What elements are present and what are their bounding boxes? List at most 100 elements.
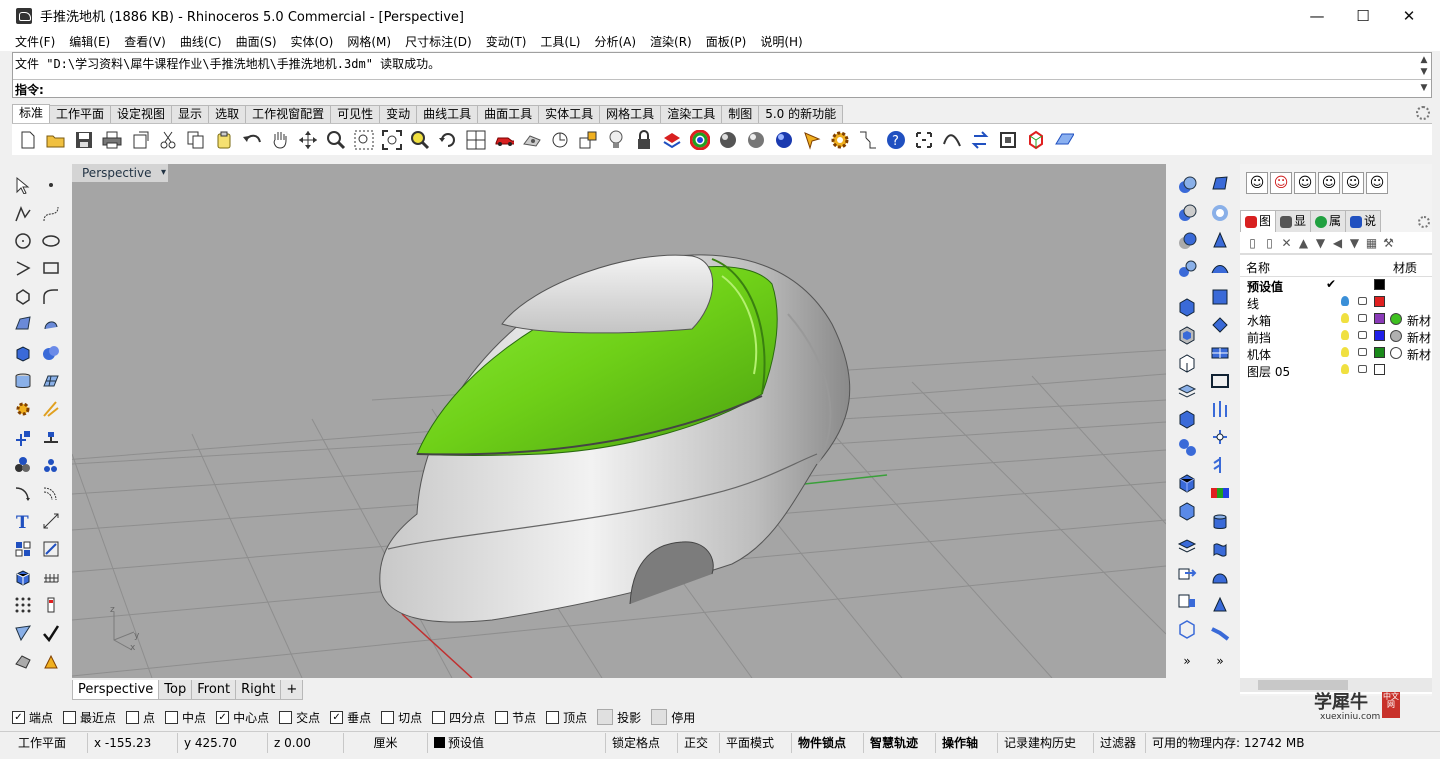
tab-visibility[interactable]: 可见性 xyxy=(330,105,381,123)
status-smarttrack[interactable]: 智慧轨迹 xyxy=(864,733,936,753)
paint-tool-icon[interactable] xyxy=(40,650,62,672)
osnap-item[interactable]: 切点 xyxy=(381,709,422,726)
explode-tool-icon[interactable] xyxy=(12,398,34,420)
block-tool-icon[interactable] xyxy=(12,538,34,560)
panel-surface-icon[interactable] xyxy=(1209,286,1231,308)
light-bulb-icon[interactable] xyxy=(1341,347,1349,357)
face-icon-3[interactable]: ☺ xyxy=(1318,172,1340,194)
unlock-icon[interactable] xyxy=(1358,365,1367,373)
menu-help[interactable]: 说明(H) xyxy=(753,33,809,50)
menu-solid[interactable]: 实体(O) xyxy=(284,33,341,50)
move-layer-parent-icon[interactable]: ◀ xyxy=(1329,236,1346,250)
tab-drafting[interactable]: 制图 xyxy=(721,105,760,123)
new-sublayer-icon[interactable]: ▯ xyxy=(1261,236,1278,250)
layer-color-swatch[interactable] xyxy=(1374,347,1385,358)
filter-layer-icon[interactable]: ▼ xyxy=(1346,236,1363,250)
mesh-plane-icon[interactable] xyxy=(40,370,62,392)
unlock-icon[interactable] xyxy=(1358,297,1367,305)
tube-surface-icon[interactable] xyxy=(1209,538,1231,560)
delete-layer-icon[interactable]: ✕ xyxy=(1278,236,1295,250)
gear-plugin-icon[interactable] xyxy=(830,130,850,150)
new-file-icon[interactable] xyxy=(18,130,38,150)
osnap-item[interactable]: 四分点 xyxy=(432,709,485,726)
face-icon-5[interactable]: ☺ xyxy=(1366,172,1388,194)
sphere-diff-icon[interactable] xyxy=(1176,230,1198,252)
move-face-icon[interactable] xyxy=(1176,562,1198,584)
history-scroll-up-icon[interactable]: ▲ xyxy=(1419,55,1429,65)
osnap-checkbox[interactable] xyxy=(279,710,293,724)
blue-sphere-icon[interactable] xyxy=(774,130,794,150)
status-grid-snap[interactable]: 锁定格点 xyxy=(606,733,678,753)
viewport-title-menu[interactable]: Perspective xyxy=(72,164,168,182)
curve-cv-tool-icon[interactable] xyxy=(40,203,62,225)
osnap-item[interactable]: ✓ 垂点 xyxy=(330,709,371,726)
analysis-tool-icon[interactable] xyxy=(40,594,62,616)
osnap-checkbox[interactable] xyxy=(597,709,614,725)
align-tool-icon[interactable] xyxy=(40,426,62,448)
unlock-icon[interactable] xyxy=(1358,331,1367,339)
sphere-blue-icon[interactable] xyxy=(1176,174,1198,196)
cube-shell-icon[interactable] xyxy=(1176,324,1198,346)
menu-surface[interactable]: 曲面(S) xyxy=(229,33,284,50)
render-object-icon[interactable] xyxy=(12,650,34,672)
menu-mesh[interactable]: 网格(M) xyxy=(340,33,398,50)
polygon-tool-icon[interactable] xyxy=(12,286,34,308)
pyramid-surface-icon[interactable] xyxy=(1209,230,1231,252)
cylinder-surface-icon[interactable] xyxy=(1209,510,1231,532)
save-icon[interactable] xyxy=(74,130,94,150)
options-icon[interactable] xyxy=(802,130,822,150)
plane-icon[interactable] xyxy=(1054,130,1074,150)
zoom-extents-icon[interactable] xyxy=(382,129,402,150)
osnap-checkbox[interactable] xyxy=(126,710,140,724)
history-scroll-down-icon[interactable]: ▼ xyxy=(1419,67,1429,77)
osnap-item[interactable]: 交点 xyxy=(279,709,320,726)
boolean-union-icon[interactable] xyxy=(40,342,62,364)
tab-viewport-layout[interactable]: 工作视窗配置 xyxy=(245,105,332,123)
camera-icon[interactable] xyxy=(522,130,542,150)
menu-dimension[interactable]: 尺寸标注(D) xyxy=(398,33,479,50)
add-viewport-tab-button[interactable]: + xyxy=(280,680,304,700)
osnap-item[interactable]: ✓ 端点 xyxy=(12,709,53,726)
status-layer[interactable]: 预设值 xyxy=(428,733,606,753)
tab-viewport-top[interactable]: Top xyxy=(158,680,193,700)
lock-icon[interactable] xyxy=(634,129,654,150)
grid-surface-icon[interactable] xyxy=(1209,342,1231,364)
layer-row[interactable]: 图层 05 xyxy=(1240,362,1432,379)
hatch-tool-icon[interactable] xyxy=(40,538,62,560)
cube-edge-icon[interactable] xyxy=(1176,500,1198,522)
import-icon[interactable] xyxy=(130,130,150,150)
menu-render[interactable]: 渲染(R) xyxy=(643,33,699,50)
cube-fillet-icon[interactable] xyxy=(1176,408,1198,430)
osnap-item[interactable]: 投影 xyxy=(597,709,641,726)
osnap-item[interactable]: ✓ 中心点 xyxy=(216,709,269,726)
zoom-window-icon[interactable] xyxy=(354,130,374,150)
copy-icon[interactable] xyxy=(186,130,206,150)
dots-array-icon[interactable] xyxy=(12,594,34,616)
offset-curve-icon[interactable] xyxy=(40,482,62,504)
curve-tool-icon[interactable] xyxy=(942,130,962,150)
unlock-icon[interactable] xyxy=(1358,348,1367,356)
close-button[interactable]: ✕ xyxy=(1386,0,1432,31)
tab-set-view[interactable]: 设定视图 xyxy=(110,105,173,123)
perspective-viewport[interactable]: z y x Perspective xyxy=(72,164,1166,678)
osnap-item[interactable]: 节点 xyxy=(495,709,536,726)
move-layer-down-icon[interactable]: ▼ xyxy=(1312,236,1329,250)
menu-file[interactable]: 文件(F) xyxy=(8,33,62,50)
layer-tools-icon[interactable]: ⚒ xyxy=(1380,236,1397,250)
tab-help[interactable]: 说 xyxy=(1345,210,1382,232)
osnap-checkbox[interactable] xyxy=(546,710,560,724)
undo-icon[interactable] xyxy=(242,130,262,150)
status-filter[interactable]: 过滤器 xyxy=(1094,733,1146,753)
tab-transform[interactable]: 变动 xyxy=(379,105,418,123)
osnap-checkbox[interactable]: ✓ xyxy=(330,710,344,724)
transform-icon[interactable] xyxy=(970,130,990,150)
tab-viewport-right[interactable]: Right xyxy=(235,680,282,700)
material-swatch-icon[interactable] xyxy=(1390,313,1402,325)
more-tools-b-icon[interactable]: » xyxy=(1209,650,1231,672)
zoom-icon[interactable] xyxy=(326,130,346,150)
cube-wire-icon[interactable] xyxy=(1176,618,1198,640)
point-cloud-icon[interactable] xyxy=(914,130,934,150)
dome-surface-icon[interactable] xyxy=(1209,566,1231,588)
split-surface-icon[interactable] xyxy=(1209,454,1231,476)
status-gumball[interactable]: 操作轴 xyxy=(936,733,998,753)
